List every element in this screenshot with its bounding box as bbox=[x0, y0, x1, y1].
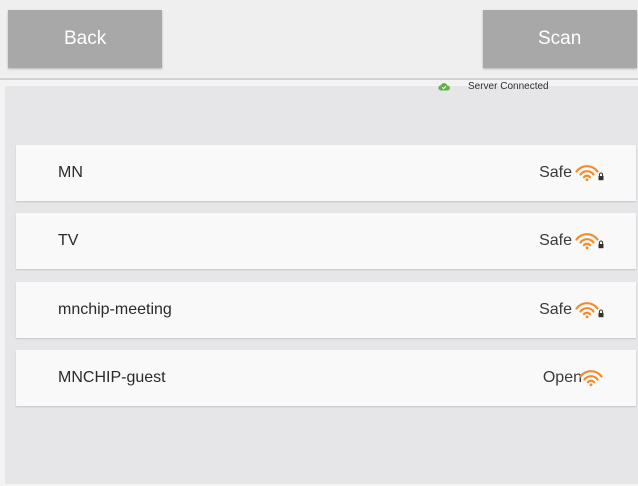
network-row-mnchip-guest[interactable]: MNCHIP-guest Open bbox=[16, 350, 636, 406]
security-label: Safe bbox=[539, 301, 572, 318]
network-ssid: MN bbox=[58, 164, 83, 181]
wifi-icon bbox=[579, 369, 605, 387]
network-security: Safe bbox=[539, 145, 607, 201]
wifi-locked-icon bbox=[575, 164, 607, 182]
wifi-locked-icon bbox=[575, 232, 607, 250]
security-label: Safe bbox=[539, 164, 572, 181]
server-status-text: Server Connected bbox=[468, 81, 549, 92]
network-security: Safe bbox=[539, 282, 607, 338]
network-ssid: mnchip-meeting bbox=[58, 301, 172, 318]
network-security: Open bbox=[543, 350, 605, 406]
security-label: Open bbox=[542, 369, 582, 386]
back-button[interactable]: Back bbox=[8, 10, 162, 68]
server-status: Server Connected bbox=[438, 81, 549, 92]
network-row-mnchip-meeting[interactable]: mnchip-meeting Safe bbox=[16, 282, 636, 338]
network-ssid: MNCHIP-guest bbox=[58, 369, 166, 386]
network-ssid: TV bbox=[58, 232, 79, 249]
cloud-icon bbox=[438, 82, 450, 91]
scan-button[interactable]: Scan bbox=[483, 10, 637, 68]
security-label: Safe bbox=[539, 232, 572, 249]
network-security: Safe bbox=[539, 213, 607, 269]
top-bar: Back Scan bbox=[0, 0, 638, 80]
wifi-locked-icon bbox=[575, 301, 607, 319]
network-row-tv[interactable]: TV Safe bbox=[16, 213, 636, 269]
network-row-mn[interactable]: MN Safe bbox=[16, 145, 636, 201]
